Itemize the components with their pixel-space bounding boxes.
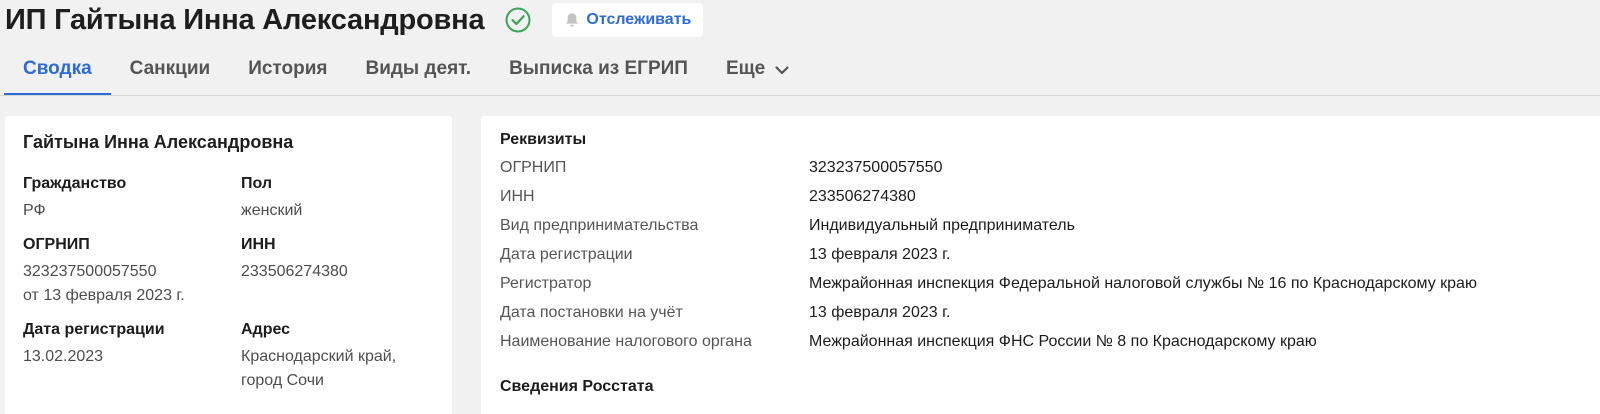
tab-label: Сводка	[23, 58, 92, 79]
requisite-row: Дата регистрации 13 февраля 2023 г.	[500, 240, 1592, 269]
field-label: Адрес	[241, 321, 291, 338]
field-inn: ИНН 233506274380	[241, 236, 441, 308]
requisite-label: Вид предпринимательства	[500, 216, 699, 234]
title-row: ИП Гайтына Инна Александровна Отслеживат…	[5, 0, 704, 40]
requisites-title: Реквизиты	[500, 131, 587, 148]
field-value: РФ	[23, 202, 46, 219]
field-value: Краснодарский край,	[241, 348, 397, 365]
field-label: Пол	[241, 175, 273, 192]
tab-history[interactable]: История	[229, 50, 346, 95]
chevron-down-icon	[773, 61, 791, 79]
requisite-value: 13 февраля 2023 г.	[809, 245, 951, 263]
field-label: Дата регистрации	[23, 321, 165, 338]
requisite-value: Межрайонная инспекция Федеральной налого…	[809, 274, 1477, 292]
field-label: ОГРНИП	[23, 236, 90, 253]
person-name: Гайтына Инна Александровна	[23, 132, 294, 152]
requisite-value: Индивидуальный предприниматель	[809, 216, 1075, 234]
requisite-row: Наименование налогового органа Межрайонн…	[500, 327, 1592, 356]
requisites-table: ОГРНИП 323237500057550 ИНН 233506274380 …	[500, 153, 1592, 356]
requisite-row: Вид предпринимательства Индивидуальный п…	[500, 211, 1592, 240]
field-gender: Пол женский	[241, 175, 441, 223]
requisite-label: ИНН	[500, 187, 535, 205]
page-header: ИП Гайтына Инна Александровна Отслеживат…	[0, 0, 1600, 96]
tab-activities[interactable]: Виды деят.	[346, 50, 490, 95]
requisite-label: Дата регистрации	[500, 245, 633, 263]
requisite-row: Дата постановки на учёт 13 февраля 2023 …	[500, 298, 1592, 327]
details-card: Реквизиты ОГРНИП 323237500057550 ИНН 233…	[481, 116, 1600, 414]
requisite-value: Межрайонная инспекция ФНС России № 8 по …	[809, 332, 1317, 350]
tab-label: Еще	[725, 58, 766, 79]
field-ogrnip: ОГРНИП 323237500057550 от 13 февраля 202…	[23, 236, 241, 308]
tab-label: Выписка из ЕГРИП	[509, 58, 688, 79]
bell-icon	[563, 11, 581, 29]
requisite-value: 233506274380	[809, 187, 916, 205]
field-citizenship: Гражданство РФ	[23, 175, 241, 223]
field-value: 233506274380	[241, 263, 348, 280]
requisite-row: ОГРНИП 323237500057550	[500, 153, 1592, 182]
requisite-label: Наименование налогового органа	[500, 332, 752, 350]
tab-egrip-extract[interactable]: Выписка из ЕГРИП	[490, 50, 707, 95]
check-circle-icon	[504, 6, 532, 34]
field-value: 323237500057550	[23, 263, 157, 280]
rosstat-title: Сведения Росстата	[500, 378, 654, 395]
tab-more[interactable]: Еще	[707, 50, 810, 95]
page-title: ИП Гайтына Инна Александровна	[5, 3, 485, 36]
requisite-row: Регистратор Межрайонная инспекция Федера…	[500, 269, 1592, 298]
field-value: 13.02.2023	[23, 348, 104, 365]
follow-button[interactable]: Отслеживать	[552, 3, 704, 37]
requisite-label: Регистратор	[500, 274, 592, 292]
field-address: Адрес Краснодарский край, город Сочи	[241, 321, 441, 393]
requisite-label: Дата постановки на учёт	[500, 303, 683, 321]
tab-label: Виды деят.	[365, 58, 472, 79]
field-value: женский	[241, 202, 303, 219]
summary-fields: Гражданство РФ Пол женский ОГРНИП 323237…	[23, 175, 434, 393]
requisite-value: 323237500057550	[809, 158, 943, 176]
requisite-label: ОГРНИП	[500, 158, 567, 176]
tab-label: Санкции	[129, 58, 211, 79]
field-value-date: от 13 февраля 2023 г.	[23, 287, 185, 304]
summary-card: Гайтына Инна Александровна Гражданство Р…	[5, 116, 452, 414]
tab-bar: Сводка Санкции История Виды деят. Выписк…	[4, 50, 810, 96]
tab-summary[interactable]: Сводка	[4, 50, 111, 95]
tab-label: История	[248, 58, 328, 79]
field-registration-date: Дата регистрации 13.02.2023	[23, 321, 241, 393]
field-value: город Сочи	[241, 372, 324, 389]
field-label: Гражданство	[23, 175, 127, 192]
field-label: ИНН	[241, 236, 276, 253]
tab-sanctions[interactable]: Санкции	[111, 50, 230, 95]
requisite-value: 13 февраля 2023 г.	[809, 303, 951, 321]
follow-button-label: Отслеживать	[586, 11, 692, 28]
requisite-row: ИНН 233506274380	[500, 182, 1592, 211]
